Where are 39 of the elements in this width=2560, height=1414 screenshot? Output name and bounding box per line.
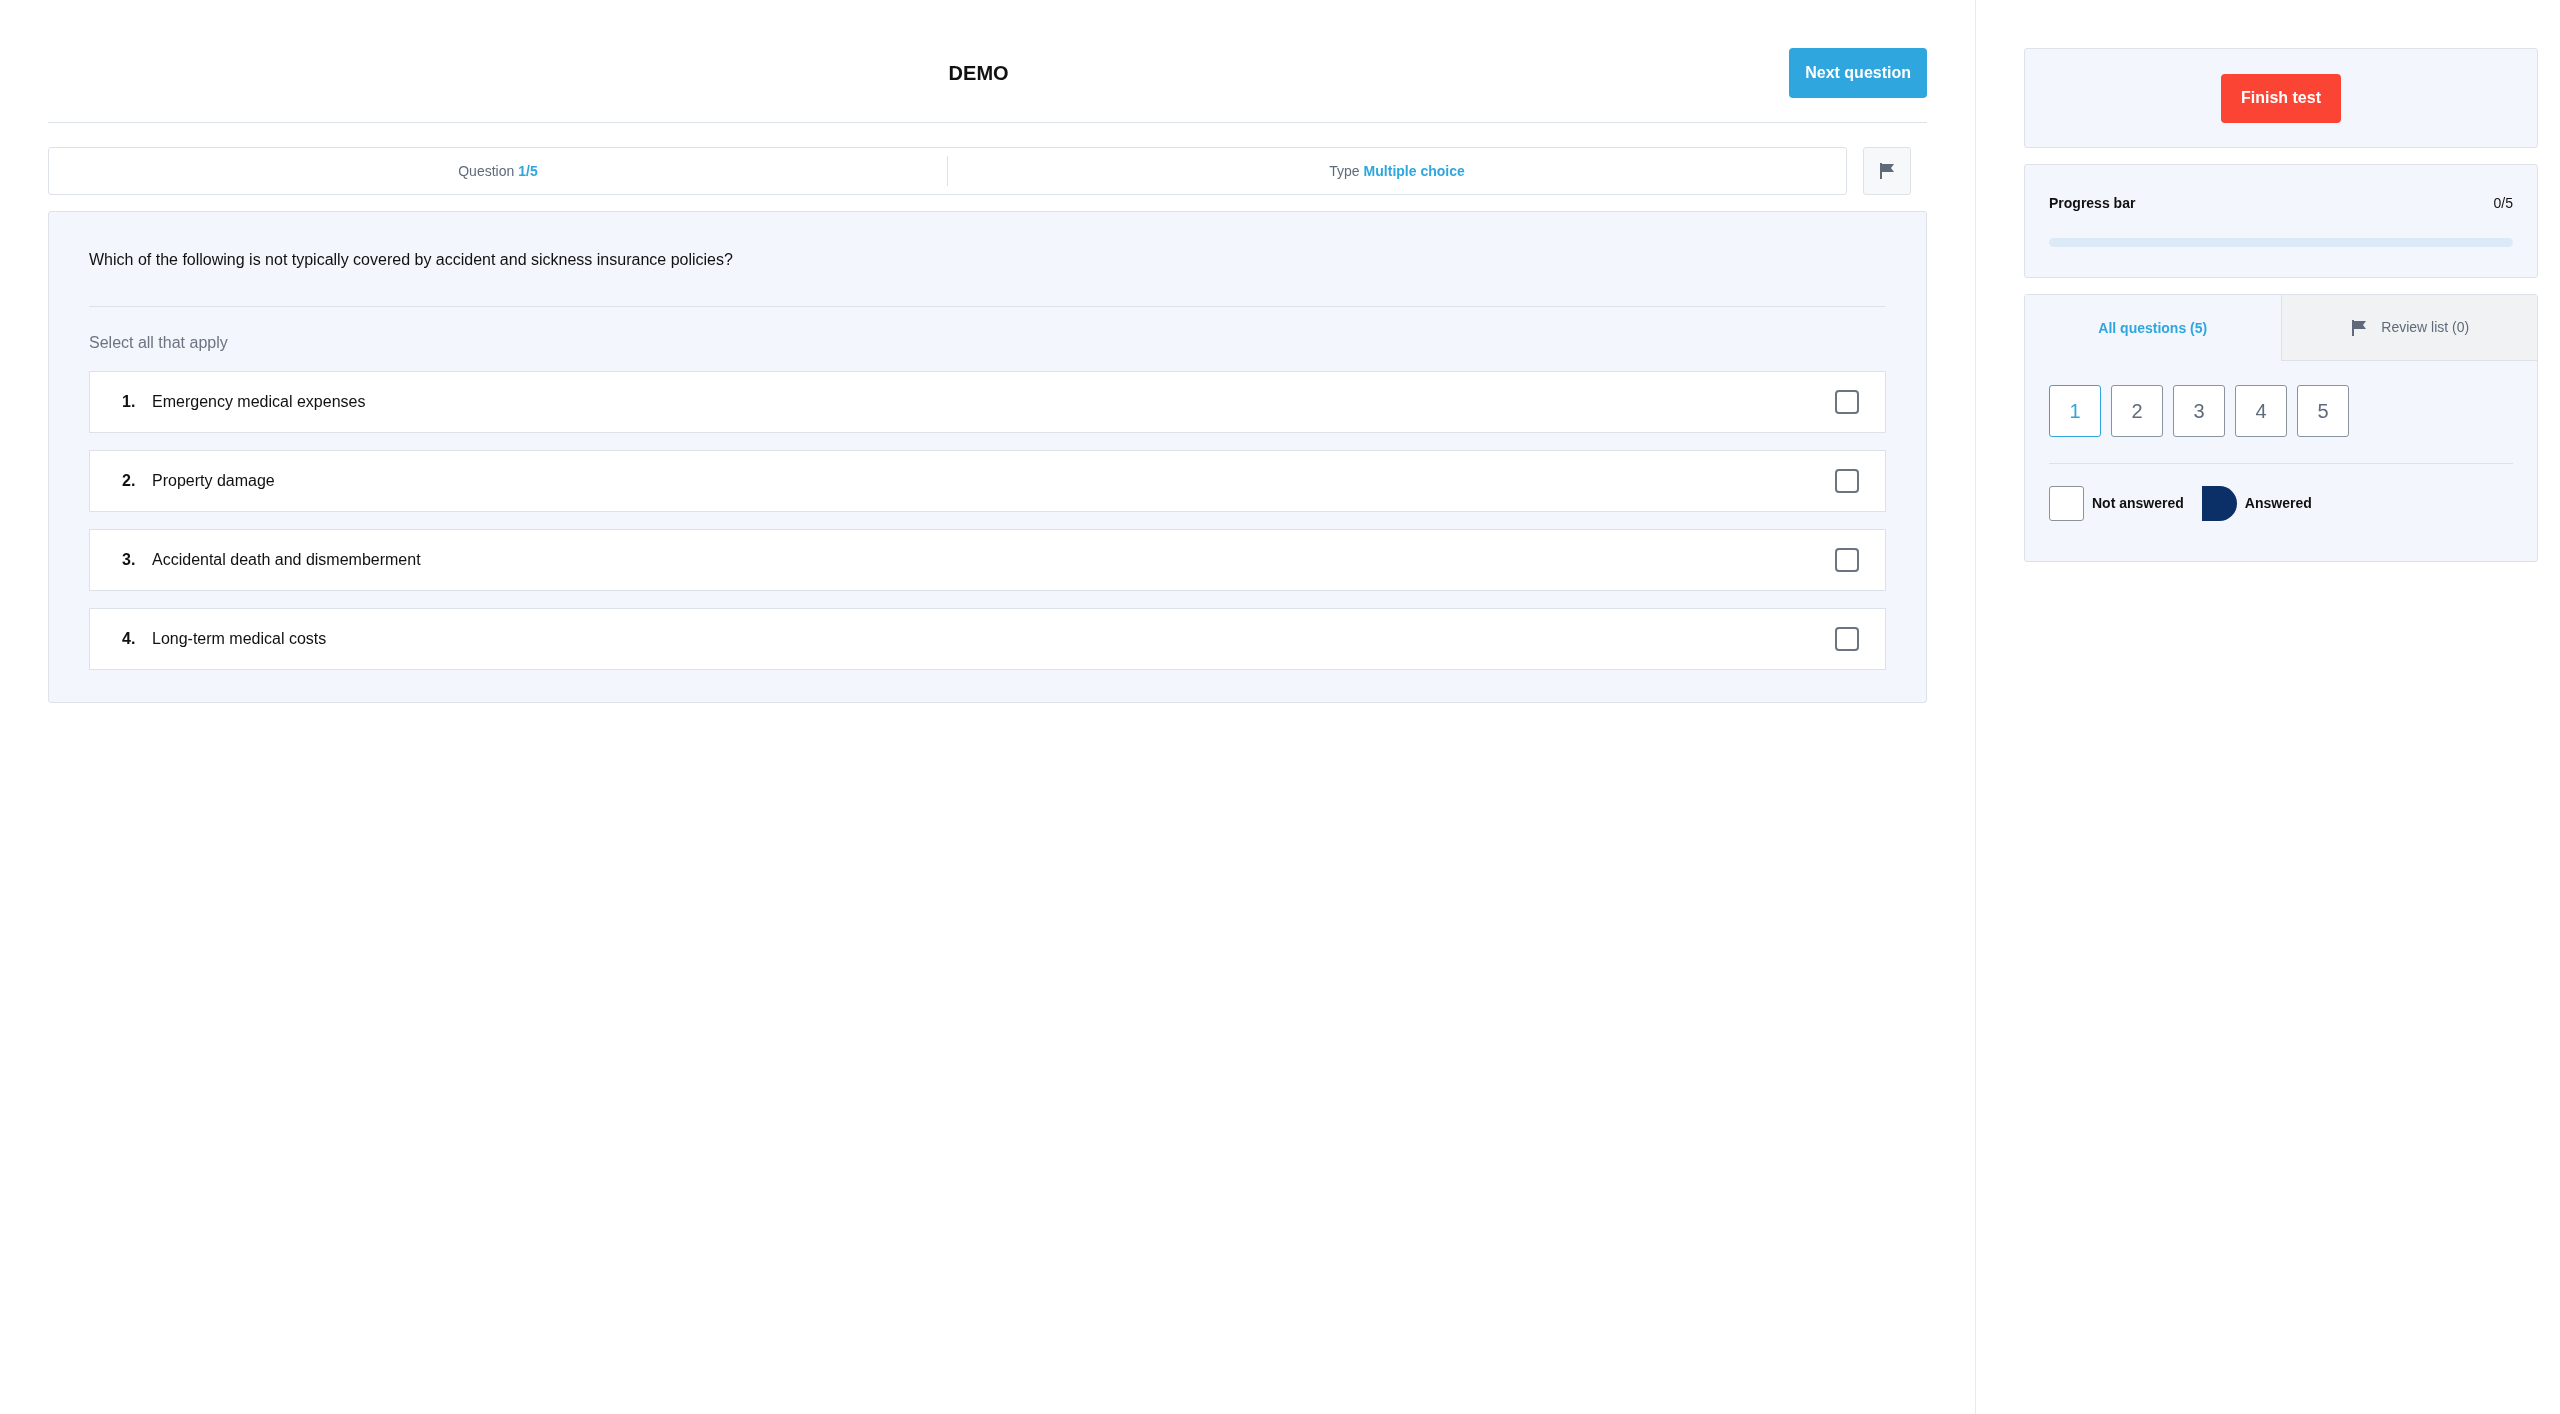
info-label: Question — [458, 161, 515, 181]
question-number-button[interactable]: 3 — [2173, 385, 2225, 437]
question-number-button[interactable]: 2 — [2111, 385, 2163, 437]
hint-text: Select all that apply — [89, 333, 229, 353]
option-text: Accidental death and dismemberment — [152, 550, 422, 570]
question-number-button[interactable]: 5 — [2297, 385, 2349, 437]
flag-button[interactable] — [1863, 147, 1911, 195]
finish-test-button[interactable]: Finish test — [2221, 73, 2341, 123]
question-number-button[interactable]: 1 — [2049, 385, 2101, 437]
option-number: 1. — [122, 392, 137, 412]
not-answered-swatch — [2049, 486, 2084, 521]
answered-swatch — [2201, 486, 2237, 521]
answer-option[interactable]: 1. Emergency medical expenses — [89, 371, 1886, 433]
option-text: Emergency medical expenses — [152, 392, 367, 412]
answer-option[interactable]: 4. Long-term medical costs — [89, 608, 1886, 670]
answer-option[interactable]: 3. Accidental death and dismemberment — [89, 529, 1886, 591]
option-number: 4. — [122, 629, 137, 649]
info-value: Multiple choice — [1363, 161, 1465, 181]
page-title: DEMO — [948, 61, 1009, 86]
legend-label: Answered — [2244, 494, 2312, 513]
checkbox[interactable] — [1835, 548, 1859, 572]
next-question-button[interactable]: Next question — [1789, 48, 1927, 98]
info-label: Type — [1329, 161, 1360, 181]
progress-count: 0/5 — [2493, 194, 2513, 213]
option-number: 2. — [122, 471, 137, 491]
checkbox[interactable] — [1835, 627, 1859, 651]
info-value: 1/5 — [518, 161, 538, 181]
checkbox[interactable] — [1835, 469, 1859, 493]
option-number: 3. — [122, 550, 137, 570]
question-number-button[interactable]: 4 — [2235, 385, 2287, 437]
progress-label: Progress bar — [2049, 194, 2136, 213]
option-text: Long-term medical costs — [152, 629, 328, 649]
question-text: Which of the following is not typically covered by accident and sickness insurance policies? — [89, 248, 1886, 307]
tab[interactable]: Review list (0) — [2280, 295, 2537, 361]
answer-option[interactable]: 2. Property damage — [89, 450, 1886, 512]
checkbox[interactable] — [1835, 390, 1859, 414]
flag-icon — [1877, 161, 1897, 181]
legend-label: Not answered — [2092, 494, 2184, 513]
option-text: Property damage — [152, 471, 276, 491]
